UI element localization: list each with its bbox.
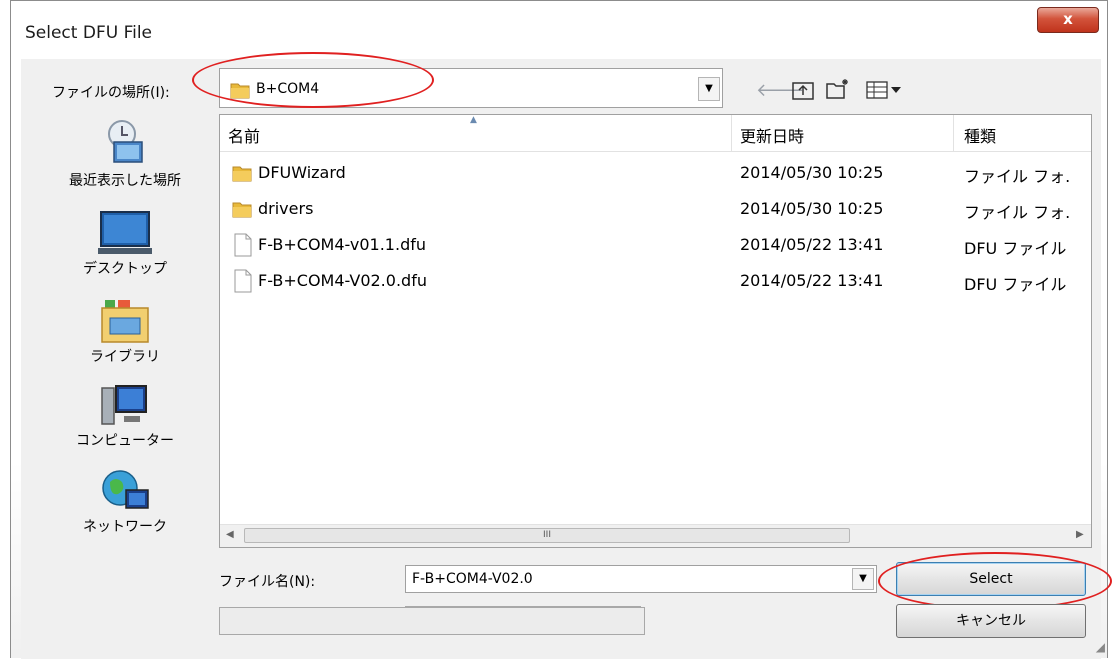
file-name: F-B+COM4-V02.0.dfu: [258, 271, 427, 290]
new-folder-icon[interactable]: [826, 78, 850, 100]
network-icon: [102, 470, 149, 509]
column-header-type[interactable]: 種類: [964, 123, 996, 147]
file-name-input[interactable]: F-B+COM4-V02.0 ▼: [405, 565, 877, 593]
place-desktop[interactable]: デスクトップ: [40, 210, 210, 278]
look-in-value: B+COM4: [256, 81, 320, 97]
file-type: DFU ファイル: [964, 239, 1067, 258]
libraries-icon: [101, 300, 149, 343]
view-menu-icon[interactable]: [866, 80, 904, 100]
place-network[interactable]: ネットワーク: [40, 468, 210, 536]
file-list-header: 名前 ▲ 更新日時 種類: [220, 115, 1091, 152]
scrollbar-thumb[interactable]: III: [244, 528, 850, 543]
cancel-button[interactable]: キャンセル: [896, 604, 1086, 638]
file-name-dropdown-arrow-icon[interactable]: ▼: [852, 568, 874, 590]
up-folder-icon[interactable]: [792, 80, 814, 100]
look-in-combobox[interactable]: B+COM4 ▼: [219, 68, 723, 108]
place-recent[interactable]: 最近表示した場所: [40, 118, 210, 190]
file-date: 2014/05/22 13:41: [740, 235, 884, 254]
file-row[interactable]: DFUWizard 2014/05/30 10:25 ファイル フォ.: [220, 158, 1091, 188]
scroll-right-arrow-icon[interactable]: ▶: [1076, 529, 1084, 540]
place-libraries[interactable]: ライブラリ: [40, 298, 210, 366]
resize-grip-icon[interactable]: ◢: [1096, 640, 1105, 654]
file-date: 2014/05/30 10:25: [740, 199, 884, 218]
file-row[interactable]: F-B+COM4-v01.1.dfu 2014/05/22 13:41 DFU …: [220, 230, 1091, 260]
folder-icon: [230, 83, 250, 99]
horizontal-scrollbar[interactable]: ◀ III ▶: [220, 524, 1091, 547]
look-in-label: ファイルの場所(I):: [52, 85, 170, 101]
dialog-title: Select DFU File: [25, 23, 153, 43]
file-name-value: F-B+COM4-V02.0: [412, 571, 533, 587]
file-date: 2014/05/22 13:41: [740, 271, 884, 290]
file-type: ファイル フォ.: [964, 203, 1071, 222]
file-type: DFU ファイル: [964, 275, 1067, 294]
place-computer[interactable]: コンピューター: [40, 384, 210, 450]
file-name: F-B+COM4-v01.1.dfu: [258, 235, 426, 254]
scroll-left-arrow-icon[interactable]: ◀: [226, 529, 234, 540]
computer-icon: [101, 385, 147, 425]
file-icon: [234, 269, 252, 293]
file-type-filter[interactable]: [219, 607, 645, 635]
file-row[interactable]: F-B+COM4-V02.0.dfu 2014/05/22 13:41 DFU …: [220, 266, 1091, 296]
folder-icon: [232, 202, 252, 218]
folder-icon: [232, 166, 252, 182]
column-header-name[interactable]: 名前: [228, 123, 260, 147]
desktop-icon: [98, 211, 152, 254]
file-date: 2014/05/30 10:25: [740, 163, 884, 182]
file-name: DFUWizard: [258, 163, 346, 182]
file-list[interactable]: 名前 ▲ 更新日時 種類 DFUWizard 2014/05/30 10:25 …: [219, 114, 1092, 548]
file-name-label: ファイル名(N):: [219, 574, 316, 590]
file-type: ファイル フォ.: [964, 167, 1071, 186]
file-name: drivers: [258, 199, 314, 218]
file-icon: [234, 233, 252, 257]
recent-places-icon: [108, 120, 143, 163]
file-row[interactable]: drivers 2014/05/30 10:25 ファイル フォ.: [220, 194, 1091, 224]
select-button[interactable]: Select: [896, 562, 1086, 596]
close-button[interactable]: x: [1037, 7, 1099, 33]
look-in-dropdown-arrow-icon[interactable]: ▼: [698, 77, 720, 101]
sort-ascending-icon: ▲: [470, 115, 477, 125]
column-header-date[interactable]: 更新日時: [740, 123, 804, 147]
